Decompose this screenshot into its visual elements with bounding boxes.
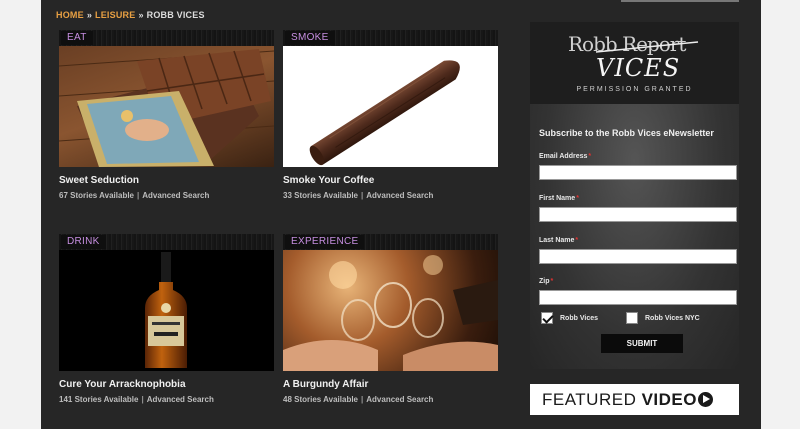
stories-count[interactable]: 67 Stories Available (59, 191, 134, 200)
first-name-field[interactable] (539, 207, 737, 222)
advanced-search-link[interactable]: Advanced Search (366, 395, 433, 404)
advanced-search-link[interactable]: Advanced Search (147, 395, 214, 404)
checkbox-icon[interactable] (626, 312, 638, 324)
breadcrumb-separator: » (86, 10, 93, 20)
advanced-search-link[interactable]: Advanced Search (366, 191, 433, 200)
card-tag[interactable]: DRINK (61, 235, 106, 249)
first-name-label: First Name* (539, 195, 579, 202)
stories-count[interactable]: 48 Stories Available (283, 395, 358, 404)
email-label: Email Address* (539, 153, 592, 160)
play-icon[interactable] (697, 392, 713, 407)
last-name-field[interactable] (539, 249, 737, 264)
breadcrumb-separator: » (138, 10, 144, 20)
category-card-eat[interactable]: EAT Sweet Seduction 67 Stories Available… (59, 30, 274, 200)
newsletter-sidebar: Robb Report VICES PERMISSION GRANTED Sub… (530, 22, 739, 369)
last-name-label: Last Name* (539, 237, 579, 244)
email-field[interactable] (539, 165, 737, 180)
bottle-graphic (145, 252, 187, 368)
featured-videos-title: FEATURED VIDEO (542, 390, 713, 410)
category-card-experience[interactable]: EXPERIENCE A Burgundy Affair 48 Stories … (283, 234, 498, 404)
subscribe-title: Subscribe to the Robb Vices eNewsletter (539, 128, 714, 138)
breadcrumb-current: ROBB VICES (146, 10, 205, 20)
card-title[interactable]: A Burgundy Affair (283, 379, 498, 390)
chocolate-bar-image[interactable] (59, 46, 274, 167)
bottle-image[interactable] (59, 250, 274, 371)
stories-count[interactable]: 141 Stories Available (59, 395, 138, 404)
checkbox-label: Robb Vices NYC (645, 314, 700, 322)
card-tag[interactable]: EAT (61, 31, 93, 45)
card-title[interactable]: Sweet Seduction (59, 175, 274, 186)
cigar-image[interactable] (283, 46, 498, 167)
chocolate-bar-graphic (59, 49, 274, 167)
top-bar-edge (621, 0, 739, 2)
featured-videos-banner[interactable]: FEATURED VIDEO (530, 384, 739, 415)
submit-button[interactable]: SUBMIT (601, 334, 683, 353)
card-header: EXPERIENCE (283, 234, 498, 250)
card-meta: 141 Stories Available | Advanced Search (59, 395, 214, 404)
stories-count[interactable]: 33 Stories Available (283, 191, 358, 200)
zip-label: Zip* (539, 278, 554, 285)
card-tag[interactable]: SMOKE (285, 31, 335, 45)
robb-vices-logo[interactable]: Robb Report VICES PERMISSION GRANTED (530, 22, 739, 104)
category-card-drink[interactable]: DRINK Cure Your Arracknophobia 141 Stori… (59, 234, 274, 404)
zip-field[interactable] (539, 290, 737, 305)
wine-toast-graphic (283, 255, 498, 371)
cigar-graphic (309, 60, 460, 166)
checkbox-icon[interactable] (541, 312, 553, 324)
logo-vices: VICES (596, 54, 681, 82)
card-meta: 33 Stories Available | Advanced Search (283, 191, 434, 200)
checkbox-label: Robb Vices (560, 314, 598, 322)
logo-tagline: PERMISSION GRANTED (576, 86, 693, 93)
checkbox-robb-vices-nyc[interactable]: Robb Vices NYC (626, 312, 700, 324)
card-header: EAT (59, 30, 274, 46)
wine-toast-image[interactable] (283, 250, 498, 371)
card-header: SMOKE (283, 30, 498, 46)
breadcrumb-home[interactable]: HOME (56, 10, 84, 20)
card-header: DRINK (59, 234, 274, 250)
category-card-smoke[interactable]: SMOKE Smoke Your Coffee 33 Stories Avail… (283, 30, 498, 200)
card-meta: 67 Stories Available | Advanced Search (59, 191, 210, 200)
page-container: HOME» LEISURE» ROBB VICES EAT Sweet Sedu… (41, 0, 761, 429)
card-meta: 48 Stories Available | Advanced Search (283, 395, 434, 404)
card-title[interactable]: Smoke Your Coffee (283, 175, 498, 186)
checkbox-robb-vices[interactable]: Robb Vices (541, 312, 598, 324)
card-title[interactable]: Cure Your Arracknophobia (59, 379, 274, 390)
advanced-search-link[interactable]: Advanced Search (142, 191, 209, 200)
card-tag[interactable]: EXPERIENCE (285, 235, 365, 249)
breadcrumb-leisure[interactable]: LEISURE (95, 10, 135, 20)
breadcrumb: HOME» LEISURE» ROBB VICES (56, 10, 205, 20)
